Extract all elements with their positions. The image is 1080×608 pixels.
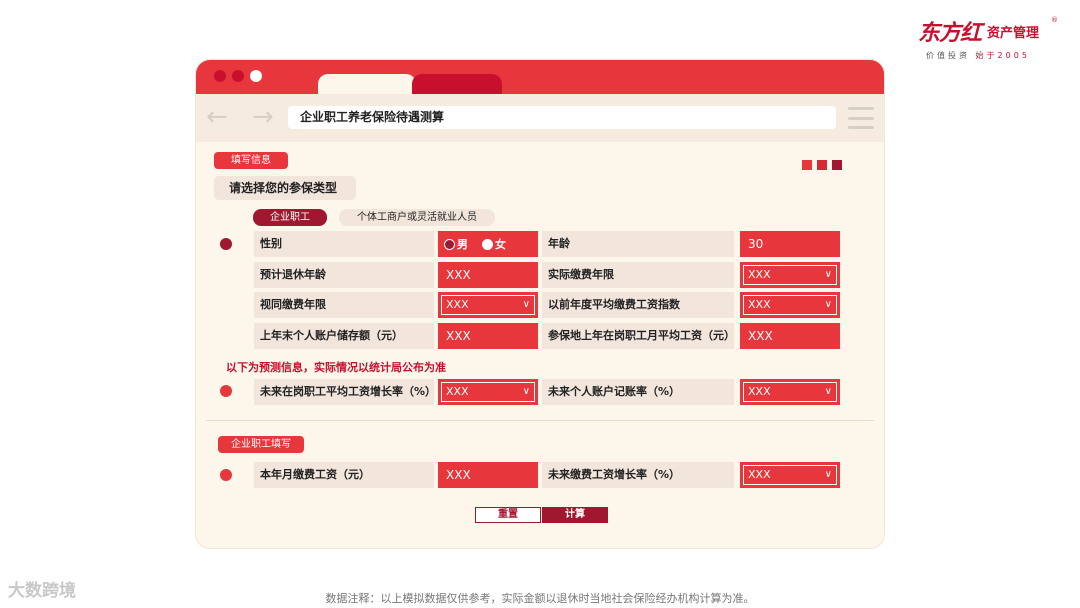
avg-monthly-wage-input[interactable]: XXX bbox=[740, 323, 840, 349]
retirement-age-label: 预计退休年龄 bbox=[254, 262, 434, 288]
chevron-down-icon: ∨ bbox=[824, 469, 832, 480]
gender-male-label: 男 bbox=[457, 238, 468, 251]
avg-wage-index-label: 以前年度平均缴费工资指数 bbox=[542, 292, 734, 318]
select-value: XXX bbox=[748, 385, 771, 398]
browser-titlebar bbox=[196, 60, 884, 96]
select-value: XXX bbox=[748, 298, 771, 311]
chevron-down-icon: ∨ bbox=[824, 269, 832, 280]
registered-mark: ® bbox=[1051, 16, 1058, 24]
select-value: XXX bbox=[748, 468, 771, 481]
gender-male-radio[interactable] bbox=[444, 238, 455, 250]
contribution-wage-growth-select[interactable]: XXX ∨ bbox=[740, 462, 840, 488]
window-maximize-dot[interactable] bbox=[250, 70, 262, 82]
actual-contribution-years-select[interactable]: XXX ∨ bbox=[740, 262, 840, 288]
browser-window: ← → 企业职工养老保险待遇测算 填写信息 请选择您的参保类型 企业职工 个体工… bbox=[196, 60, 884, 548]
brand-script-name: 东方红 bbox=[918, 20, 982, 46]
actual-contribution-years-label: 实际缴费年限 bbox=[542, 262, 734, 288]
account-interest-rate-label: 未来个人账户记账率（%） bbox=[542, 379, 734, 405]
chevron-down-icon: ∨ bbox=[824, 386, 832, 397]
select-value: XXX bbox=[748, 268, 771, 281]
insurance-type-question: 请选择您的参保类型 bbox=[214, 176, 356, 200]
brand-subtitle: 资产管理 bbox=[987, 25, 1040, 41]
bullet-marker bbox=[220, 238, 232, 250]
gender-female-label: 女 bbox=[495, 238, 506, 251]
gender-label: 性别 bbox=[254, 231, 434, 257]
address-bar[interactable]: 企业职工养老保险待遇测算 bbox=[288, 106, 836, 129]
contribution-wage-growth-label: 未来缴费工资增长率（%） bbox=[542, 462, 734, 488]
gender-radio-group: 男 女 bbox=[438, 231, 538, 257]
account-balance-label: 上年末个人账户储存额（元） bbox=[254, 323, 434, 349]
type-option-self-employed[interactable]: 个体工商户或灵活就业人员 bbox=[339, 209, 495, 226]
brand-name: 东方红 资产管理 bbox=[918, 16, 1039, 46]
chevron-down-icon: ∨ bbox=[824, 299, 832, 310]
gender-female-radio[interactable] bbox=[482, 238, 493, 250]
chevron-down-icon: ∨ bbox=[522, 386, 530, 397]
avg-wage-index-select[interactable]: XXX ∨ bbox=[740, 292, 840, 318]
wage-growth-rate-label: 未来在岗职工平均工资增长率（%） bbox=[254, 379, 434, 405]
browser-tab-inactive[interactable] bbox=[412, 74, 502, 94]
calculate-button[interactable]: 计算 bbox=[542, 507, 608, 523]
account-interest-rate-select[interactable]: XXX ∨ bbox=[740, 379, 840, 405]
select-value: XXX bbox=[446, 298, 469, 311]
bullet-marker bbox=[220, 469, 232, 481]
window-close-dot[interactable] bbox=[214, 70, 226, 82]
reset-button[interactable]: 重置 bbox=[475, 507, 541, 523]
brand-slogan: 价值投资 始于2005 bbox=[926, 50, 1030, 61]
window-minimize-dot[interactable] bbox=[232, 70, 244, 82]
browser-tab-active[interactable] bbox=[318, 74, 416, 96]
chevron-down-icon: ∨ bbox=[522, 299, 530, 310]
section-label-enterprise: 企业职工填写 bbox=[218, 436, 304, 453]
age-label: 年龄 bbox=[542, 231, 734, 257]
slogan-prefix: 价值投资 bbox=[926, 51, 970, 60]
type-option-enterprise[interactable]: 企业职工 bbox=[253, 209, 327, 226]
hamburger-menu-icon[interactable] bbox=[848, 107, 874, 129]
wage-growth-rate-select[interactable]: XXX ∨ bbox=[438, 379, 538, 405]
slogan-suffix: 始于2005 bbox=[975, 51, 1030, 60]
deemed-contribution-years-label: 视同缴费年限 bbox=[254, 292, 434, 318]
decorative-squares bbox=[802, 160, 842, 170]
deemed-contribution-years-select[interactable]: XXX ∨ bbox=[438, 292, 538, 318]
section-divider bbox=[206, 420, 874, 421]
browser-navbar: ← → 企业职工养老保险待遇测算 bbox=[196, 94, 884, 142]
account-balance-input[interactable]: XXX bbox=[438, 323, 538, 349]
select-value: XXX bbox=[446, 385, 469, 398]
forward-arrow-icon[interactable]: → bbox=[252, 102, 274, 132]
monthly-contribution-wage-input[interactable]: XXX bbox=[438, 462, 538, 488]
section-label-fill-info: 填写信息 bbox=[214, 152, 288, 169]
footnote: 数据注释：以上模拟数据仅供参考，实际金额以退休时当地社会保险经办机构计算为准。 bbox=[325, 592, 755, 605]
brand-logo: 东方红 资产管理 ® 价值投资 始于2005 bbox=[918, 16, 1058, 64]
forecast-notice: 以下为预测信息，实际情况以统计局公布为准 bbox=[226, 361, 446, 374]
age-input[interactable]: 30 bbox=[740, 231, 840, 257]
retirement-age-input[interactable]: XXX bbox=[438, 262, 538, 288]
monthly-contribution-wage-label: 本年月缴费工资（元） bbox=[254, 462, 434, 488]
back-arrow-icon[interactable]: ← bbox=[206, 102, 228, 132]
bullet-marker bbox=[220, 385, 232, 397]
avg-monthly-wage-label: 参保地上年在岗职工月平均工资（元） bbox=[542, 323, 734, 349]
